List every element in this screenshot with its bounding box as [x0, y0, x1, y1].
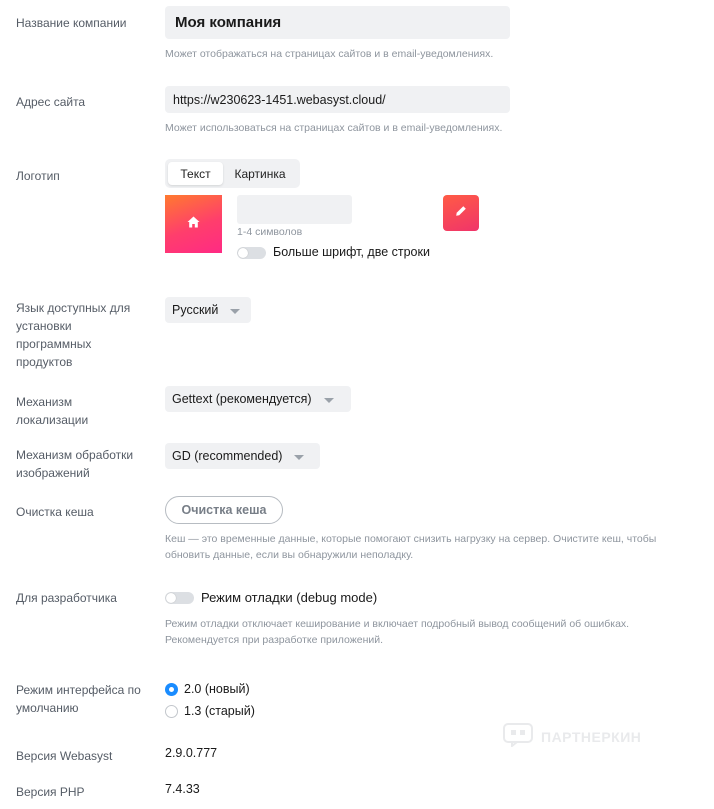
company-name-input[interactable]: Моя компания: [165, 6, 510, 39]
company-name-label: Название компании: [16, 16, 127, 30]
site-address-label: Адрес сайта: [16, 95, 86, 109]
interface-mode-option-old[interactable]: 1.3 (старый): [165, 704, 255, 718]
cache-label: Очистка кеша: [16, 505, 94, 519]
logo-color-button[interactable]: [443, 195, 479, 231]
home-icon: [187, 215, 200, 233]
debug-mode-hint: Режим отладки отключает кеширование и вк…: [165, 618, 630, 646]
tab-text[interactable]: Текст: [168, 162, 223, 185]
logo-type-switch: Текст Картинка: [165, 159, 300, 188]
watermark: ПАРТНЕРКИН: [503, 723, 641, 750]
radio-checked-icon: [165, 682, 178, 696]
localization-select[interactable]: Gettext (рекомендуется): [165, 386, 351, 412]
interface-mode-option-new-label: 2.0 (новый): [184, 682, 250, 696]
site-address-hint: Может использоваться на страницах сайтов…: [165, 122, 503, 134]
logo-preview: [165, 195, 222, 253]
webasyst-version-value: 2.9.0.777: [165, 746, 218, 760]
watermark-logo-icon: [503, 723, 533, 750]
debug-mode-toggle-label: Режим отладки (debug mode): [201, 590, 378, 605]
radio-unchecked-icon: [165, 704, 178, 718]
chevron-down-icon: [294, 454, 305, 460]
site-address-input[interactable]: https://w230623-1451.webasyst.cloud/: [165, 86, 510, 113]
company-name-hint: Может отображаться на страницах сайтов и…: [165, 48, 494, 60]
language-select-value: Русский: [172, 303, 219, 317]
language-select[interactable]: Русский: [165, 297, 251, 323]
developer-label: Для разработчика: [16, 591, 117, 605]
image-processing-select[interactable]: GD (recommended): [165, 443, 320, 469]
logo-label: Логотип: [16, 169, 60, 183]
image-processing-select-value: GD (recommended): [172, 449, 283, 463]
webasyst-version-label: Версия Webasyst: [16, 749, 113, 763]
image-processing-label: Механизм обработки изображений: [16, 448, 134, 480]
logo-text-input[interactable]: [237, 195, 352, 224]
pencil-icon: [455, 204, 467, 222]
interface-mode-option-old-label: 1.3 (старый): [184, 704, 255, 718]
cache-hint: Кеш — это временные данные, которые помо…: [165, 533, 657, 561]
tab-image[interactable]: Картинка: [223, 162, 297, 185]
localization-label: Механизм локализации: [16, 395, 89, 427]
toggle-knob: [238, 248, 248, 258]
interface-mode-label: Режим интерфейса по умолчанию: [16, 683, 141, 715]
interface-mode-option-new[interactable]: 2.0 (новый): [165, 682, 250, 696]
language-label: Язык доступных для установки программных…: [16, 301, 131, 369]
big-font-toggle-label: Больше шрифт, две строки: [273, 245, 430, 259]
clear-cache-button[interactable]: Очистка кеша: [165, 496, 283, 524]
php-version-value: 7.4.33: [165, 782, 200, 796]
watermark-text: ПАРТНЕРКИН: [541, 728, 642, 745]
chevron-down-icon: [230, 308, 241, 314]
debug-mode-toggle[interactable]: [165, 592, 194, 604]
localization-select-value: Gettext (рекомендуется): [172, 392, 312, 406]
big-font-toggle[interactable]: [237, 247, 266, 259]
toggle-knob: [166, 593, 176, 603]
chevron-down-icon: [323, 397, 334, 403]
logo-text-hint: 1-4 символов: [237, 226, 303, 238]
php-version-label: Версия PHP: [16, 785, 85, 799]
